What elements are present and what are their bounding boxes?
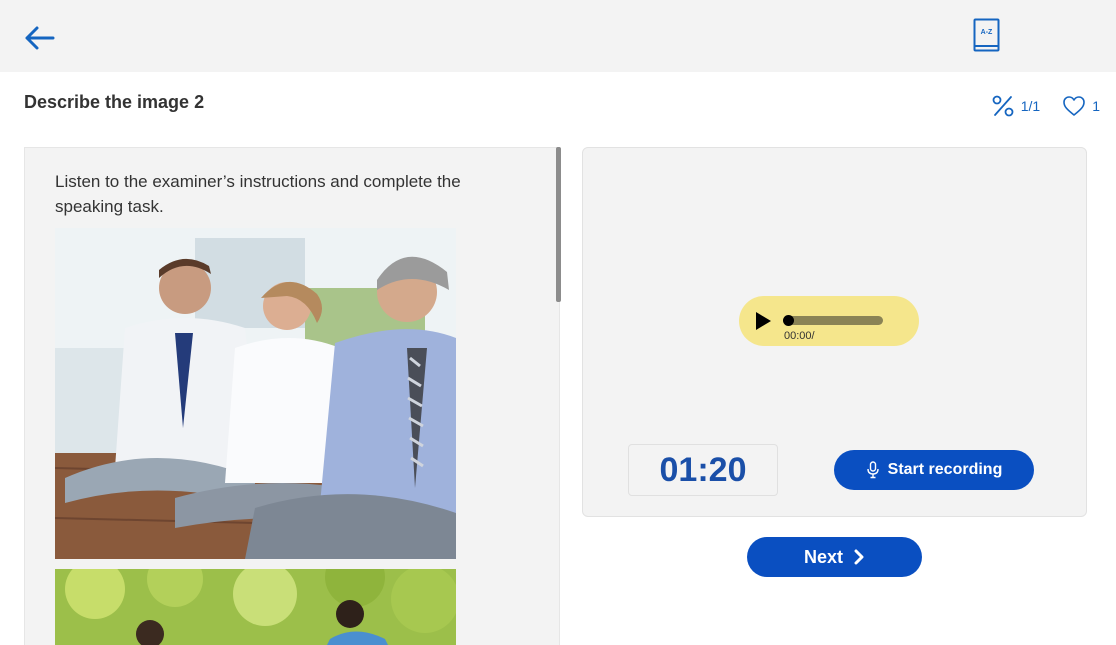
instructions-panel: Listen to the examiner’s instructions an… [24, 147, 560, 645]
dictionary-az-icon: A-Z [973, 18, 1000, 52]
page-title: Describe the image 2 [24, 92, 205, 112]
play-icon[interactable] [756, 312, 771, 330]
like-count: 1 [1092, 98, 1100, 114]
arrow-left-icon [25, 26, 55, 50]
outdoor-park-photo [55, 569, 456, 645]
next-label: Next [803, 546, 843, 567]
heart-icon[interactable] [1062, 95, 1086, 117]
audio-progress-knob[interactable] [783, 315, 794, 326]
people-meditating-photo [55, 228, 456, 559]
instructions-text: Listen to the examiner’s instructions an… [55, 172, 461, 216]
chevron-right-icon [854, 549, 864, 565]
top-bar: A-Z [0, 0, 1116, 72]
audio-time: 00:00/ [784, 330, 815, 342]
audio-progress-track[interactable] [785, 316, 883, 325]
dictionary-button[interactable]: A-Z [972, 18, 1002, 54]
progress-count: 1/1 [1020, 98, 1041, 114]
back-button[interactable] [22, 24, 56, 52]
percent-icon[interactable] [991, 94, 1015, 118]
next-button[interactable]: Next [747, 537, 922, 577]
instructions-scrollbar[interactable] [556, 147, 561, 302]
audio-player: 00:00/ [739, 296, 919, 346]
countdown-timer: 01:20 [628, 444, 778, 496]
start-recording-button[interactable]: Start recording [834, 450, 1034, 490]
response-panel: 00:00/ 01:20 Start recording [582, 147, 1087, 517]
start-recording-label: Start recording [887, 461, 1003, 478]
microphone-icon [866, 461, 879, 479]
dictionary-label: A-Z [981, 29, 993, 36]
task-stats: 1/1 1 [991, 94, 1100, 118]
